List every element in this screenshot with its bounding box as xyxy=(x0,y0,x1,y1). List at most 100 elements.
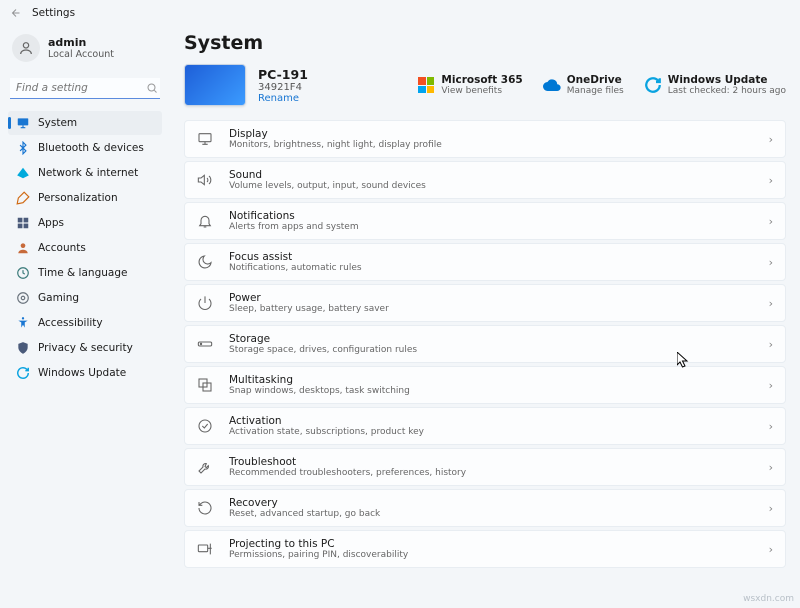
settings-card-recovery[interactable]: RecoveryReset, advanced startup, go back… xyxy=(184,489,786,527)
nav-label: Windows Update xyxy=(38,367,126,379)
card-sub: Alerts from apps and system xyxy=(229,222,359,232)
card-title: Focus assist xyxy=(229,251,362,263)
nav-label: Privacy & security xyxy=(38,342,133,354)
update-icon xyxy=(16,366,30,380)
hero-tile-sub: View benefits xyxy=(441,86,522,96)
card-title: Sound xyxy=(229,169,426,181)
nav-label: Accounts xyxy=(38,242,86,254)
hero-tile-windows-update[interactable]: Windows UpdateLast checked: 2 hours ago xyxy=(644,74,786,96)
device-thumbnail xyxy=(184,64,246,106)
hero-tile-title: OneDrive xyxy=(567,74,624,86)
page-title: System xyxy=(184,32,786,54)
settings-card-activation[interactable]: ActivationActivation state, subscription… xyxy=(184,407,786,445)
card-title: Power xyxy=(229,292,389,304)
search-box[interactable] xyxy=(10,78,160,99)
hero-tile-sub: Last checked: 2 hours ago xyxy=(668,86,786,96)
chevron-right-icon: › xyxy=(769,174,773,187)
settings-card-focus-assist[interactable]: Focus assistNotifications, automatic rul… xyxy=(184,243,786,281)
troubleshoot-icon xyxy=(197,459,215,475)
nav-item-apps[interactable]: Apps xyxy=(8,211,162,235)
settings-card-storage[interactable]: StorageStorage space, drives, configurat… xyxy=(184,325,786,363)
watermark: wsxdn.com xyxy=(743,594,794,604)
card-title: Notifications xyxy=(229,210,359,222)
nav-label: Apps xyxy=(38,217,64,229)
activation-icon xyxy=(197,418,215,434)
card-sub: Recommended troubleshooters, preferences… xyxy=(229,468,466,478)
multitask-icon xyxy=(197,377,215,393)
card-title: Troubleshoot xyxy=(229,456,466,468)
chevron-right-icon: › xyxy=(769,543,773,556)
storage-icon xyxy=(197,336,215,352)
nav-item-accounts[interactable]: Accounts xyxy=(8,236,162,260)
settings-card-multitasking[interactable]: MultitaskingSnap windows, desktops, task… xyxy=(184,366,786,404)
card-sub: Activation state, subscriptions, product… xyxy=(229,427,424,437)
project-icon xyxy=(197,541,215,557)
nav-label: Time & language xyxy=(38,267,127,279)
card-title: Projecting to this PC xyxy=(229,538,408,550)
nav-item-windows-update[interactable]: Windows Update xyxy=(8,361,162,385)
hero-tile-title: Windows Update xyxy=(668,74,786,86)
shield-icon xyxy=(16,341,30,355)
chevron-right-icon: › xyxy=(769,297,773,310)
rename-link[interactable]: Rename xyxy=(258,93,308,104)
pc-name: PC-191 xyxy=(258,67,308,82)
settings-card-display[interactable]: DisplayMonitors, brightness, night light… xyxy=(184,120,786,158)
display-icon xyxy=(16,116,30,130)
hero-tile-sub: Manage files xyxy=(567,86,624,96)
card-sub: Monitors, brightness, night light, displ… xyxy=(229,140,442,150)
nav-label: Gaming xyxy=(38,292,79,304)
nav-item-bluetooth-devices[interactable]: Bluetooth & devices xyxy=(8,136,162,160)
moon-icon xyxy=(197,254,215,270)
nav-item-time-language[interactable]: Time & language xyxy=(8,261,162,285)
settings-card-notifications[interactable]: NotificationsAlerts from apps and system… xyxy=(184,202,786,240)
card-sub: Notifications, automatic rules xyxy=(229,263,362,273)
brush-icon xyxy=(16,191,30,205)
card-sub: Snap windows, desktops, task switching xyxy=(229,386,410,396)
user-name: admin xyxy=(48,36,114,49)
hero-tile-microsoft-[interactable]: Microsoft 365View benefits xyxy=(417,74,522,96)
avatar-icon xyxy=(12,34,40,62)
search-icon xyxy=(146,82,158,94)
clock-icon xyxy=(16,266,30,280)
app-title: Settings xyxy=(32,7,75,19)
hero-tile-onedrive[interactable]: OneDriveManage files xyxy=(543,74,624,96)
nav-label: Personalization xyxy=(38,192,118,204)
nav-item-network-internet[interactable]: Network & internet xyxy=(8,161,162,185)
chevron-right-icon: › xyxy=(769,338,773,351)
sound-icon xyxy=(197,172,215,188)
display-icon xyxy=(197,131,215,147)
user-account[interactable]: admin Local Account xyxy=(8,30,162,72)
nav-label: Accessibility xyxy=(38,317,103,329)
card-sub: Sleep, battery usage, battery saver xyxy=(229,304,389,314)
chevron-right-icon: › xyxy=(769,461,773,474)
search-input[interactable] xyxy=(16,82,146,94)
wifi-icon xyxy=(16,166,30,180)
card-sub: Storage space, drives, configuration rul… xyxy=(229,345,417,355)
settings-card-power[interactable]: PowerSleep, battery usage, battery saver… xyxy=(184,284,786,322)
chevron-right-icon: › xyxy=(769,133,773,146)
nav-label: System xyxy=(38,117,77,129)
card-title: Display xyxy=(229,128,442,140)
recovery-icon xyxy=(197,500,215,516)
game-icon xyxy=(16,291,30,305)
user-sub: Local Account xyxy=(48,49,114,60)
settings-card-troubleshoot[interactable]: TroubleshootRecommended troubleshooters,… xyxy=(184,448,786,486)
nav-item-accessibility[interactable]: Accessibility xyxy=(8,311,162,335)
nav-item-system[interactable]: System xyxy=(8,111,162,135)
card-title: Activation xyxy=(229,415,424,427)
card-sub: Reset, advanced startup, go back xyxy=(229,509,380,519)
nav-item-gaming[interactable]: Gaming xyxy=(8,286,162,310)
settings-card-sound[interactable]: SoundVolume levels, output, input, sound… xyxy=(184,161,786,199)
nav-item-personalization[interactable]: Personalization xyxy=(8,186,162,210)
settings-card-projecting-to-this-pc[interactable]: Projecting to this PCPermissions, pairin… xyxy=(184,530,786,568)
nav-item-privacy-security[interactable]: Privacy & security xyxy=(8,336,162,360)
onedrive-icon xyxy=(543,76,561,94)
back-button[interactable] xyxy=(10,7,22,19)
card-sub: Permissions, pairing PIN, discoverabilit… xyxy=(229,550,408,560)
nav-label: Network & internet xyxy=(38,167,138,179)
chevron-right-icon: › xyxy=(769,256,773,269)
power-icon xyxy=(197,295,215,311)
accessibility-icon xyxy=(16,316,30,330)
grid-icon xyxy=(16,216,30,230)
chevron-right-icon: › xyxy=(769,215,773,228)
